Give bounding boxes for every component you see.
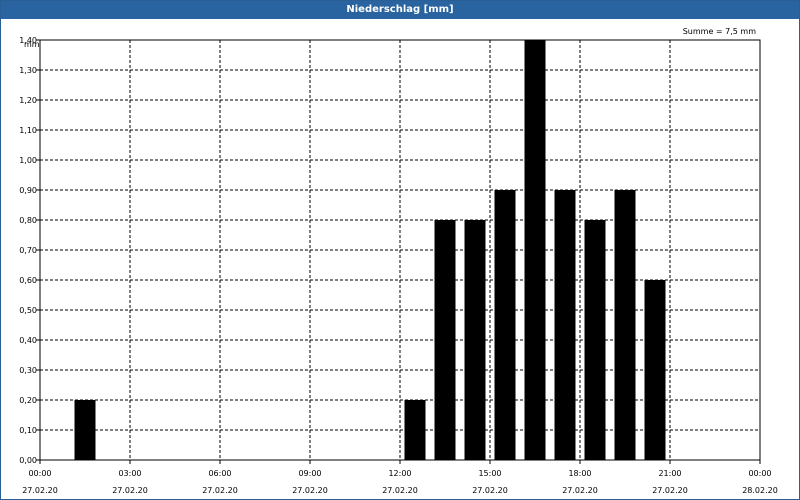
x-tick-date-label: 27.02.20	[292, 486, 328, 495]
y-tick-label: 1,00	[19, 156, 37, 165]
x-tick-date-label: 27.02.20	[472, 486, 508, 495]
x-tick-date-label: 27.02.20	[202, 486, 238, 495]
precipitation-chart: 0,00 0,10 0,20 0,30 0,40 0,50 0,60 0,70 0,80 0,90…	[19, 27, 778, 495]
precipitation-bar	[644, 280, 666, 460]
x-tick-time-label: 15:00	[478, 469, 501, 478]
y-tick-label: 0,00	[19, 456, 37, 465]
x-tick-time-label: 09:00	[298, 469, 321, 478]
sum-label: Summe = 7,5 mm	[683, 27, 757, 36]
y-tick-label: 0,90	[19, 186, 37, 195]
x-tick-time-label: 18:00	[568, 469, 591, 478]
precipitation-bar	[434, 220, 456, 460]
precipitation-bar	[584, 220, 606, 460]
y-tick-label: 1,10	[19, 126, 37, 135]
x-tick-time-label: 21:00	[658, 469, 681, 478]
x-tick-date-label: 27.02.20	[22, 486, 58, 495]
y-tick-label: 1,30	[19, 66, 37, 75]
y-axis-unit-label: mm	[24, 40, 40, 49]
y-tick-label: 0,80	[19, 216, 37, 225]
x-tick-time-label: 00:00	[28, 469, 51, 478]
x-tick-date-label: 27.02.20	[112, 486, 148, 495]
y-tick-label: 0,30	[19, 366, 37, 375]
x-tick-time-label: 03:00	[118, 469, 141, 478]
x-tick-time-label: 00:00	[748, 469, 771, 478]
y-tick-label: 0,10	[19, 426, 37, 435]
precipitation-bar	[524, 40, 546, 460]
x-tick-time-label: 12:00	[388, 469, 411, 478]
x-tick-date-label: 28.02.20	[742, 486, 778, 495]
precipitation-bar	[74, 400, 96, 460]
y-tick-label: 0,70	[19, 246, 37, 255]
y-tick-label: 0,20	[19, 396, 37, 405]
x-tick-date-label: 27.02.20	[562, 486, 598, 495]
y-tick-label: 0,50	[19, 306, 37, 315]
x-tick-date-label: 27.02.20	[652, 486, 688, 495]
x-tick-date-label: 27.02.20	[382, 486, 418, 495]
precipitation-bar	[554, 190, 576, 460]
precipitation-bar	[464, 220, 486, 460]
precipitation-bar	[614, 190, 636, 460]
precipitation-bar	[494, 190, 516, 460]
y-tick-label: 0,40	[19, 336, 37, 345]
y-tick-label: 1,20	[19, 96, 37, 105]
y-tick-label: 0,60	[19, 276, 37, 285]
x-tick-time-label: 06:00	[208, 469, 231, 478]
precipitation-bar	[404, 400, 426, 460]
